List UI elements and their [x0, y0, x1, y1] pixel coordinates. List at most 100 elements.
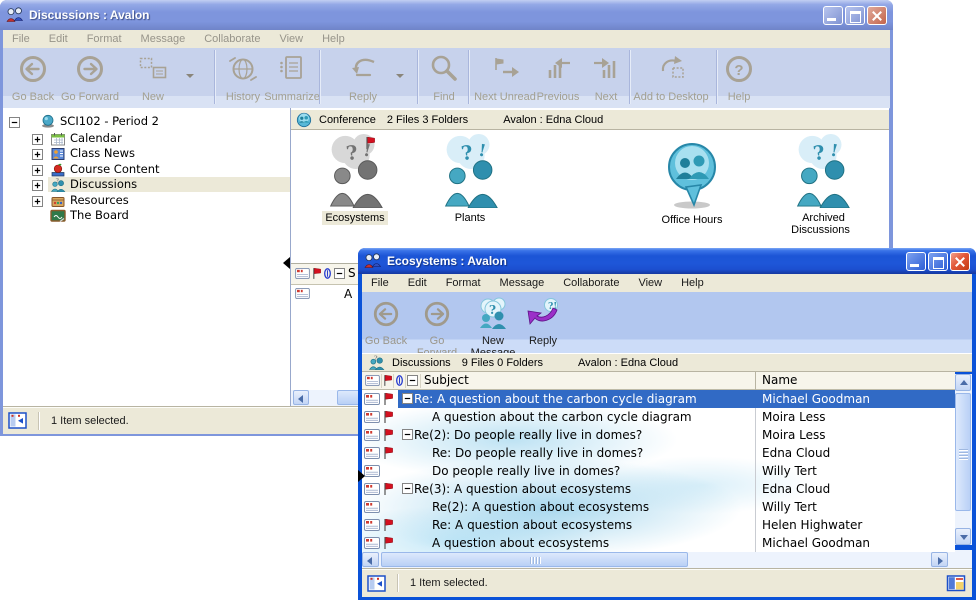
tree-root-course[interactable]: SCI102 - Period 2	[60, 114, 159, 129]
expand-expander-icon[interactable]	[32, 149, 43, 160]
column-name[interactable]: Name	[762, 373, 797, 387]
message-icon[interactable]	[295, 268, 310, 279]
scroll-down-button[interactable]	[955, 528, 971, 545]
app-icon	[6, 7, 24, 23]
collapse-expander-icon[interactable]	[9, 117, 20, 128]
tree-item-calendar[interactable]: Calendar	[70, 131, 122, 146]
attachment-icon[interactable]	[323, 267, 332, 280]
course-content-icon	[50, 163, 66, 177]
thread-collapse-icon[interactable]	[402, 483, 413, 494]
scrollbar-thumb[interactable]	[381, 552, 688, 567]
collapse-all-icon[interactable]	[334, 268, 345, 279]
tree-item-resources[interactable]: Resources	[70, 193, 129, 208]
collapse-all-icon[interactable]	[407, 375, 418, 386]
maximize-button[interactable]	[928, 252, 948, 271]
scroll-up-button[interactable]	[955, 374, 971, 391]
column-subject[interactable]: Subject	[424, 373, 469, 387]
menu-help[interactable]: Help	[681, 277, 704, 289]
menu-edit[interactable]: Edit	[408, 277, 427, 289]
circle-arrow-left-icon	[372, 300, 400, 328]
minimize-button[interactable]	[823, 6, 843, 25]
attachment-icon[interactable]	[395, 374, 404, 387]
new-dropdown-arrow-icon[interactable]	[186, 74, 194, 78]
message-icon[interactable]	[365, 375, 380, 386]
horizontal-scrollbar[interactable]	[362, 552, 955, 568]
conference-item-ecosystems[interactable]: Ecosystems	[317, 132, 393, 208]
titlebar-ecosystems[interactable]: Ecosystems : Avalon	[358, 248, 976, 274]
conference-item-office-hours[interactable]: Office Hours	[654, 134, 730, 210]
menu-collaborate[interactable]: Collaborate	[563, 277, 619, 289]
go-forward-button[interactable]: Go Forward	[408, 295, 466, 349]
reply-button[interactable]: Reply	[522, 295, 564, 349]
titlebar-discussions[interactable]: Discussions : Avalon	[0, 0, 893, 30]
close-button[interactable]	[867, 6, 887, 25]
scroll-left-button[interactable]	[293, 390, 309, 405]
new-button[interactable]: New	[121, 51, 185, 105]
add-to-desktop-button[interactable]: Add to Desktop	[631, 51, 711, 105]
scroll-left-button[interactable]	[362, 552, 379, 567]
close-button[interactable]	[950, 252, 970, 271]
toggle-pane-icon[interactable]	[367, 574, 387, 593]
scrollbar-thumb[interactable]	[955, 393, 971, 511]
tree-item-class-news[interactable]: Class News	[70, 146, 135, 161]
message-row[interactable]: Re: A question about the carbon cycle di…	[362, 390, 955, 408]
toggle-pane-icon[interactable]	[8, 411, 28, 430]
pane-collapse-arrow-icon[interactable]	[283, 257, 290, 269]
subject-column-header-partial[interactable]: S	[348, 266, 356, 280]
thread-collapse-icon[interactable]	[402, 429, 413, 440]
menu-view[interactable]: View	[279, 33, 303, 45]
menu-collaborate[interactable]: Collaborate	[204, 33, 260, 45]
message-row[interactable]: Do people really live in domes? Willy Te…	[362, 462, 955, 480]
new-message-button[interactable]: New Message	[460, 295, 526, 349]
vertical-scrollbar[interactable]	[955, 374, 972, 545]
minimize-button[interactable]	[906, 252, 926, 271]
menu-view[interactable]: View	[638, 277, 662, 289]
message-row[interactable]: A question about ecosystems Michael Good…	[362, 534, 955, 552]
expand-expander-icon[interactable]	[32, 196, 43, 207]
find-button[interactable]: Find	[413, 51, 475, 105]
maximize-button[interactable]	[845, 6, 865, 25]
menu-format[interactable]: Format	[446, 277, 481, 289]
message-row[interactable]: Re: A question about ecosystems Helen Hi…	[362, 516, 955, 534]
next-button[interactable]: Next	[577, 51, 635, 105]
menu-format[interactable]: Format	[87, 33, 122, 45]
discussion-people-icon	[790, 132, 854, 208]
conference-item-archived-discussions[interactable]: Archived Discussions	[784, 132, 860, 208]
expand-expander-icon[interactable]	[32, 134, 43, 145]
menu-message[interactable]: Message	[500, 277, 545, 289]
message-row[interactable]: Re(3): A question about ecosystems Edna …	[362, 480, 955, 498]
go-forward-button[interactable]: Go Forward	[59, 51, 121, 105]
reply-button[interactable]: Reply	[331, 51, 395, 105]
pane-location: Avalon : Edna Cloud	[578, 357, 678, 369]
menu-edit[interactable]: Edit	[49, 33, 68, 45]
pane-expand-arrow-icon[interactable]	[358, 470, 365, 482]
scroll-right-button[interactable]	[931, 552, 948, 567]
message-row[interactable]: Re(2): Do people really live in domes? M…	[362, 426, 955, 444]
thread-collapse-icon[interactable]	[402, 393, 413, 404]
status-text: 1 Item selected.	[51, 415, 129, 427]
menu-file[interactable]: File	[371, 277, 389, 289]
message-row[interactable]: A question about the carbon cycle diagra…	[362, 408, 955, 426]
help-button[interactable]: Help	[709, 51, 769, 105]
history-globe-icon	[228, 54, 258, 84]
expand-expander-icon[interactable]	[32, 165, 43, 176]
conference-item-plants[interactable]: Plants	[432, 132, 508, 208]
tree-item-the-board[interactable]: The Board	[70, 208, 129, 223]
flag-icon[interactable]	[383, 374, 392, 387]
go-back-button[interactable]: Go Back	[3, 51, 63, 105]
summarize-button[interactable]: Summarize	[261, 51, 323, 105]
view-layout-icon[interactable]	[946, 574, 966, 593]
tree-item-course-content[interactable]: Course Content	[70, 162, 160, 177]
flag-icon	[383, 392, 393, 406]
flag-icon[interactable]	[312, 267, 321, 280]
go-back-button[interactable]: Go Back	[362, 295, 410, 349]
tree-item-discussions[interactable]: Discussions	[70, 177, 137, 192]
message-author: Willy Tert	[762, 498, 817, 516]
menu-help[interactable]: Help	[322, 33, 345, 45]
message-row[interactable]: Re: Do people really live in domes? Edna…	[362, 444, 955, 462]
message-row[interactable]: Re(2): A question about ecosystems Willy…	[362, 498, 955, 516]
menu-message[interactable]: Message	[141, 33, 186, 45]
menu-file[interactable]: File	[12, 33, 30, 45]
expand-expander-icon[interactable]	[32, 180, 43, 191]
reply-dropdown-arrow-icon[interactable]	[396, 74, 404, 78]
